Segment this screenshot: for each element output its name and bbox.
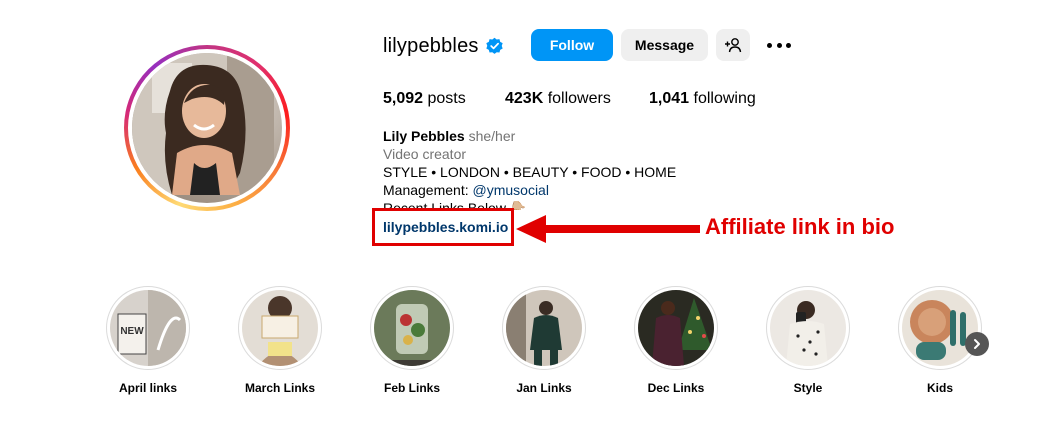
highlight-cover bbox=[770, 290, 846, 366]
highlight-ring bbox=[634, 286, 718, 370]
chevron-right-icon bbox=[974, 339, 980, 349]
highlight-cover: NEW bbox=[110, 290, 186, 366]
highlight-ring bbox=[238, 286, 322, 370]
highlight-feb-links[interactable]: Feb Links bbox=[368, 286, 456, 395]
avatar-photo bbox=[132, 53, 282, 203]
avatar-border bbox=[128, 49, 286, 207]
highlight-label: April links bbox=[118, 381, 177, 395]
posts-stat: 5,092 posts bbox=[383, 90, 466, 108]
avatar-illustration bbox=[132, 53, 274, 195]
highlight-label: Jan Links bbox=[516, 381, 572, 395]
followers-stat[interactable]: 423K followers bbox=[505, 90, 611, 108]
bio-management-prefix: Management: bbox=[383, 182, 473, 198]
follow-button[interactable]: Follow bbox=[531, 29, 613, 61]
highlight-label: Dec Links bbox=[647, 381, 705, 395]
following-count: 1,041 bbox=[649, 90, 690, 107]
highlight-label: Kids bbox=[926, 381, 953, 395]
highlight-march-links[interactable]: March Links bbox=[236, 286, 324, 395]
highlight-dec-links[interactable]: Dec Links bbox=[632, 286, 720, 395]
following-label: following bbox=[693, 90, 756, 107]
followers-label: followers bbox=[547, 90, 611, 107]
profile-avatar[interactable] bbox=[124, 45, 290, 211]
svg-text:NEW: NEW bbox=[120, 326, 144, 337]
add-user-button[interactable] bbox=[716, 29, 750, 61]
posts-count: 5,092 bbox=[383, 90, 424, 107]
bio-management-line: Management: @ymusocial bbox=[383, 181, 549, 199]
highlight-cover bbox=[902, 290, 978, 366]
highlight-style[interactable]: Style bbox=[764, 286, 852, 395]
profile-username: lilypebbles bbox=[383, 35, 479, 57]
bio-text-line: STYLE • LONDON • BEAUTY • FOOD • HOME bbox=[383, 164, 677, 180]
highlight-cover bbox=[638, 290, 714, 366]
verified-badge-icon bbox=[486, 37, 503, 54]
bio-name: Lily Pebbles bbox=[383, 128, 465, 144]
bio-name-line: Lily Pebbles she/her bbox=[383, 127, 515, 145]
highlight-ring bbox=[502, 286, 586, 370]
highlight-april-links[interactable]: NEW April links bbox=[104, 286, 192, 395]
highlight-cover bbox=[242, 290, 318, 366]
dot bbox=[767, 42, 772, 48]
highlight-cover bbox=[374, 290, 450, 366]
highlights-next-button[interactable] bbox=[965, 332, 989, 356]
highlight-jan-links[interactable]: Jan Links bbox=[500, 286, 588, 395]
bio-category: Video creator bbox=[383, 146, 467, 162]
dot bbox=[786, 42, 791, 48]
highlight-ring bbox=[370, 286, 454, 370]
highlight-ring bbox=[766, 286, 850, 370]
highlight-ring bbox=[898, 286, 982, 370]
bio-pronouns: she/her bbox=[468, 128, 516, 144]
dot bbox=[776, 42, 782, 48]
more-options-icon[interactable] bbox=[767, 37, 791, 53]
following-stat[interactable]: 1,041 following bbox=[649, 90, 756, 108]
annotation-arrow bbox=[516, 215, 700, 243]
highlight-label: March Links bbox=[244, 381, 316, 395]
highlight-label: Feb Links bbox=[383, 381, 440, 395]
message-button[interactable]: Message bbox=[621, 29, 708, 61]
bio-mention-link[interactable]: @ymusocial bbox=[473, 182, 549, 198]
add-person-icon bbox=[725, 38, 742, 53]
highlight-cover bbox=[506, 290, 582, 366]
link-highlight-box bbox=[372, 208, 514, 246]
posts-label: posts bbox=[427, 90, 466, 107]
annotation-label: Affiliate link in bio bbox=[705, 214, 895, 239]
followers-count: 423K bbox=[505, 90, 544, 107]
highlight-label: Style bbox=[793, 381, 823, 395]
highlight-ring: NEW bbox=[106, 286, 190, 370]
